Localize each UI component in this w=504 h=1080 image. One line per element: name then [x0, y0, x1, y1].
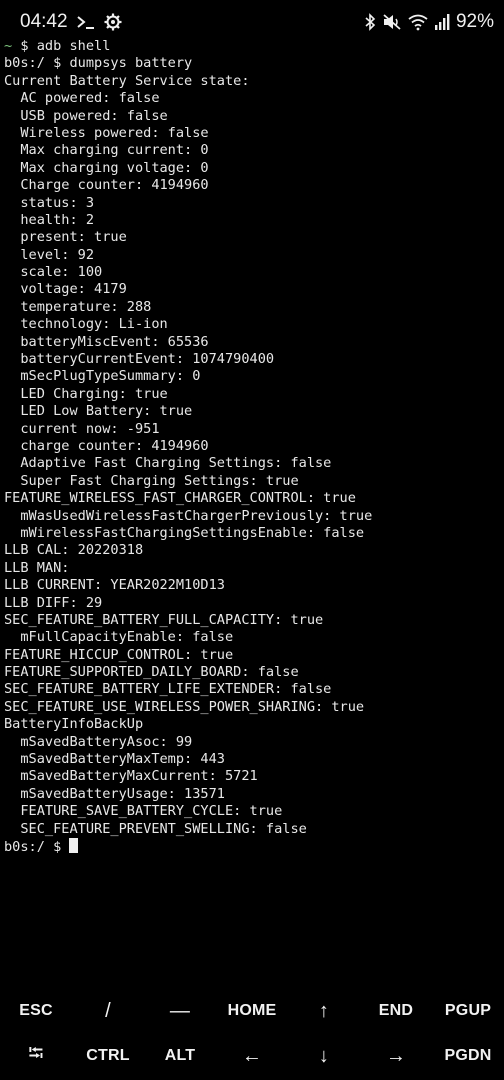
terminal-line: FEATURE_WIRELESS_FAST_CHARGER_CONTROL: t…: [4, 490, 356, 507]
terminal-line: technology: Li-ion: [4, 316, 168, 333]
terminal-cursor: [69, 837, 79, 853]
terminal-line: level: 92: [4, 246, 95, 263]
left-arrow-key[interactable]: ←: [216, 1035, 288, 1077]
extra-keys-row-1: ESC / — HOME ↑ END PGUP: [0, 990, 504, 1032]
terminal-line-text: $ adb shell: [12, 38, 111, 54]
terminal-line: LLB DIFF: 29: [4, 594, 103, 611]
right-arrow-key[interactable]: →: [360, 1035, 432, 1077]
clock: 04:42: [20, 11, 68, 32]
terminal-prompt-icon: [76, 11, 96, 33]
terminal-line: LED Charging: true: [4, 385, 168, 402]
terminal-line: charge counter: 4194960: [4, 437, 209, 454]
terminal-line: current now: -951: [4, 420, 160, 437]
terminal-line: Max charging current: 0: [4, 142, 209, 159]
terminal-line: ~ $ adb shell: [4, 38, 502, 55]
terminal-line: Adaptive Fast Charging Settings: false: [4, 455, 332, 472]
signal-icon: [434, 11, 450, 33]
tab-key[interactable]: ⭾: [0, 1035, 72, 1077]
terminal-line: Max charging voltage: 0: [4, 159, 209, 176]
terminal-line: LED Low Battery: true: [4, 403, 193, 420]
terminal-line: FEATURE_SUPPORTED_DAILY_BOARD: false: [4, 664, 299, 681]
terminal-line: Current Battery Service state:: [4, 72, 250, 89]
ctrl-key[interactable]: CTRL: [72, 1035, 144, 1077]
esc-key[interactable]: ESC: [0, 990, 72, 1032]
terminal-line: mSavedBatteryAsoc: 99: [4, 733, 193, 750]
terminal-line: batteryMiscEvent: 65536: [4, 333, 209, 350]
terminal-line: FEATURE_SAVE_BATTERY_CYCLE: true: [4, 803, 283, 820]
terminal-line: mSavedBatteryUsage: 13571: [4, 785, 225, 802]
terminal-line: SEC_FEATURE_BATTERY_LIFE_EXTENDER: false: [4, 681, 332, 698]
terminal-line: mSavedBatteryMaxTemp: 443: [4, 751, 225, 768]
alt-key[interactable]: ALT: [144, 1035, 216, 1077]
terminal-line: Wireless powered: false: [4, 124, 209, 141]
terminal-line: mSecPlugTypeSummary: 0: [4, 368, 201, 385]
pgdn-key[interactable]: PGDN: [432, 1035, 504, 1077]
bluetooth-icon: [364, 11, 376, 33]
settings-gear-icon: [104, 11, 122, 33]
battery-percent: 92%: [455, 11, 494, 32]
terminal-line: SEC_FEATURE_BATTERY_FULL_CAPACITY: true: [4, 611, 324, 628]
pgup-key[interactable]: PGUP: [432, 990, 504, 1032]
prompt-tilde: ~: [4, 38, 13, 54]
dash-key[interactable]: —: [144, 990, 216, 1032]
slash-key[interactable]: /: [72, 990, 144, 1032]
terminal-line: voltage: 4179: [4, 281, 127, 298]
terminal-line: SEC_FEATURE_PREVENT_SWELLING: false: [4, 820, 307, 837]
up-arrow-key[interactable]: ↑: [288, 990, 360, 1032]
terminal-line: scale: 100: [4, 264, 103, 281]
terminal-line: mFullCapacityEnable: false: [4, 629, 234, 646]
terminal-line: SEC_FEATURE_USE_WIRELESS_POWER_SHARING: …: [4, 698, 365, 715]
terminal-line: FEATURE_HICCUP_CONTROL: true: [4, 646, 234, 663]
terminal-line: BatteryInfoBackUp: [4, 716, 144, 733]
terminal-line: status: 3: [4, 194, 95, 211]
terminal-line: USB powered: false: [4, 107, 168, 124]
terminal-line: batteryCurrentEvent: 1074790400: [4, 351, 275, 368]
home-key[interactable]: HOME: [216, 990, 288, 1032]
status-bar-right: 92%: [364, 10, 494, 34]
terminal-output[interactable]: ~ $ adb shell b0s:/ $ dumpsys battery Curr…: [4, 38, 502, 855]
down-arrow-key[interactable]: ↓: [288, 1035, 360, 1077]
terminal-prompt: b0s:/ $: [4, 838, 70, 855]
terminal-line: LLB CAL: 20220318: [4, 542, 144, 559]
status-bar-left: 04:42: [20, 10, 122, 34]
terminal-line: b0s:/ $ dumpsys battery: [4, 55, 193, 72]
terminal-line: health: 2: [4, 211, 95, 228]
terminal-line: present: true: [4, 229, 127, 246]
terminal-line: mWirelessFastChargingSettingsEnable: fal…: [4, 524, 365, 541]
terminal-line: temperature: 288: [4, 298, 152, 315]
mute-icon: [382, 11, 402, 33]
terminal-line: AC powered: false: [4, 90, 160, 107]
extra-keys-bar: ESC / — HOME ↑ END PGUP ⭾ CTRL ALT ← ↓ → PGDN: [0, 990, 504, 1080]
terminal-line: LLB CURRENT: YEAR2022M10D13: [4, 577, 225, 594]
end-key[interactable]: END: [360, 990, 432, 1032]
terminal-prompt-line[interactable]: b0s:/ $: [4, 837, 502, 855]
terminal-line: Super Fast Charging Settings: true: [4, 472, 299, 489]
terminal-line: LLB MAN:: [4, 559, 70, 576]
wifi-icon: [408, 11, 428, 33]
terminal-line: mSavedBatteryMaxCurrent: 5721: [4, 768, 258, 785]
terminal-line: Charge counter: 4194960: [4, 177, 209, 194]
terminal-line: mWasUsedWirelessFastChargerPreviously: t…: [4, 507, 373, 524]
extra-keys-row-2: ⭾ CTRL ALT ← ↓ → PGDN: [0, 1035, 504, 1077]
